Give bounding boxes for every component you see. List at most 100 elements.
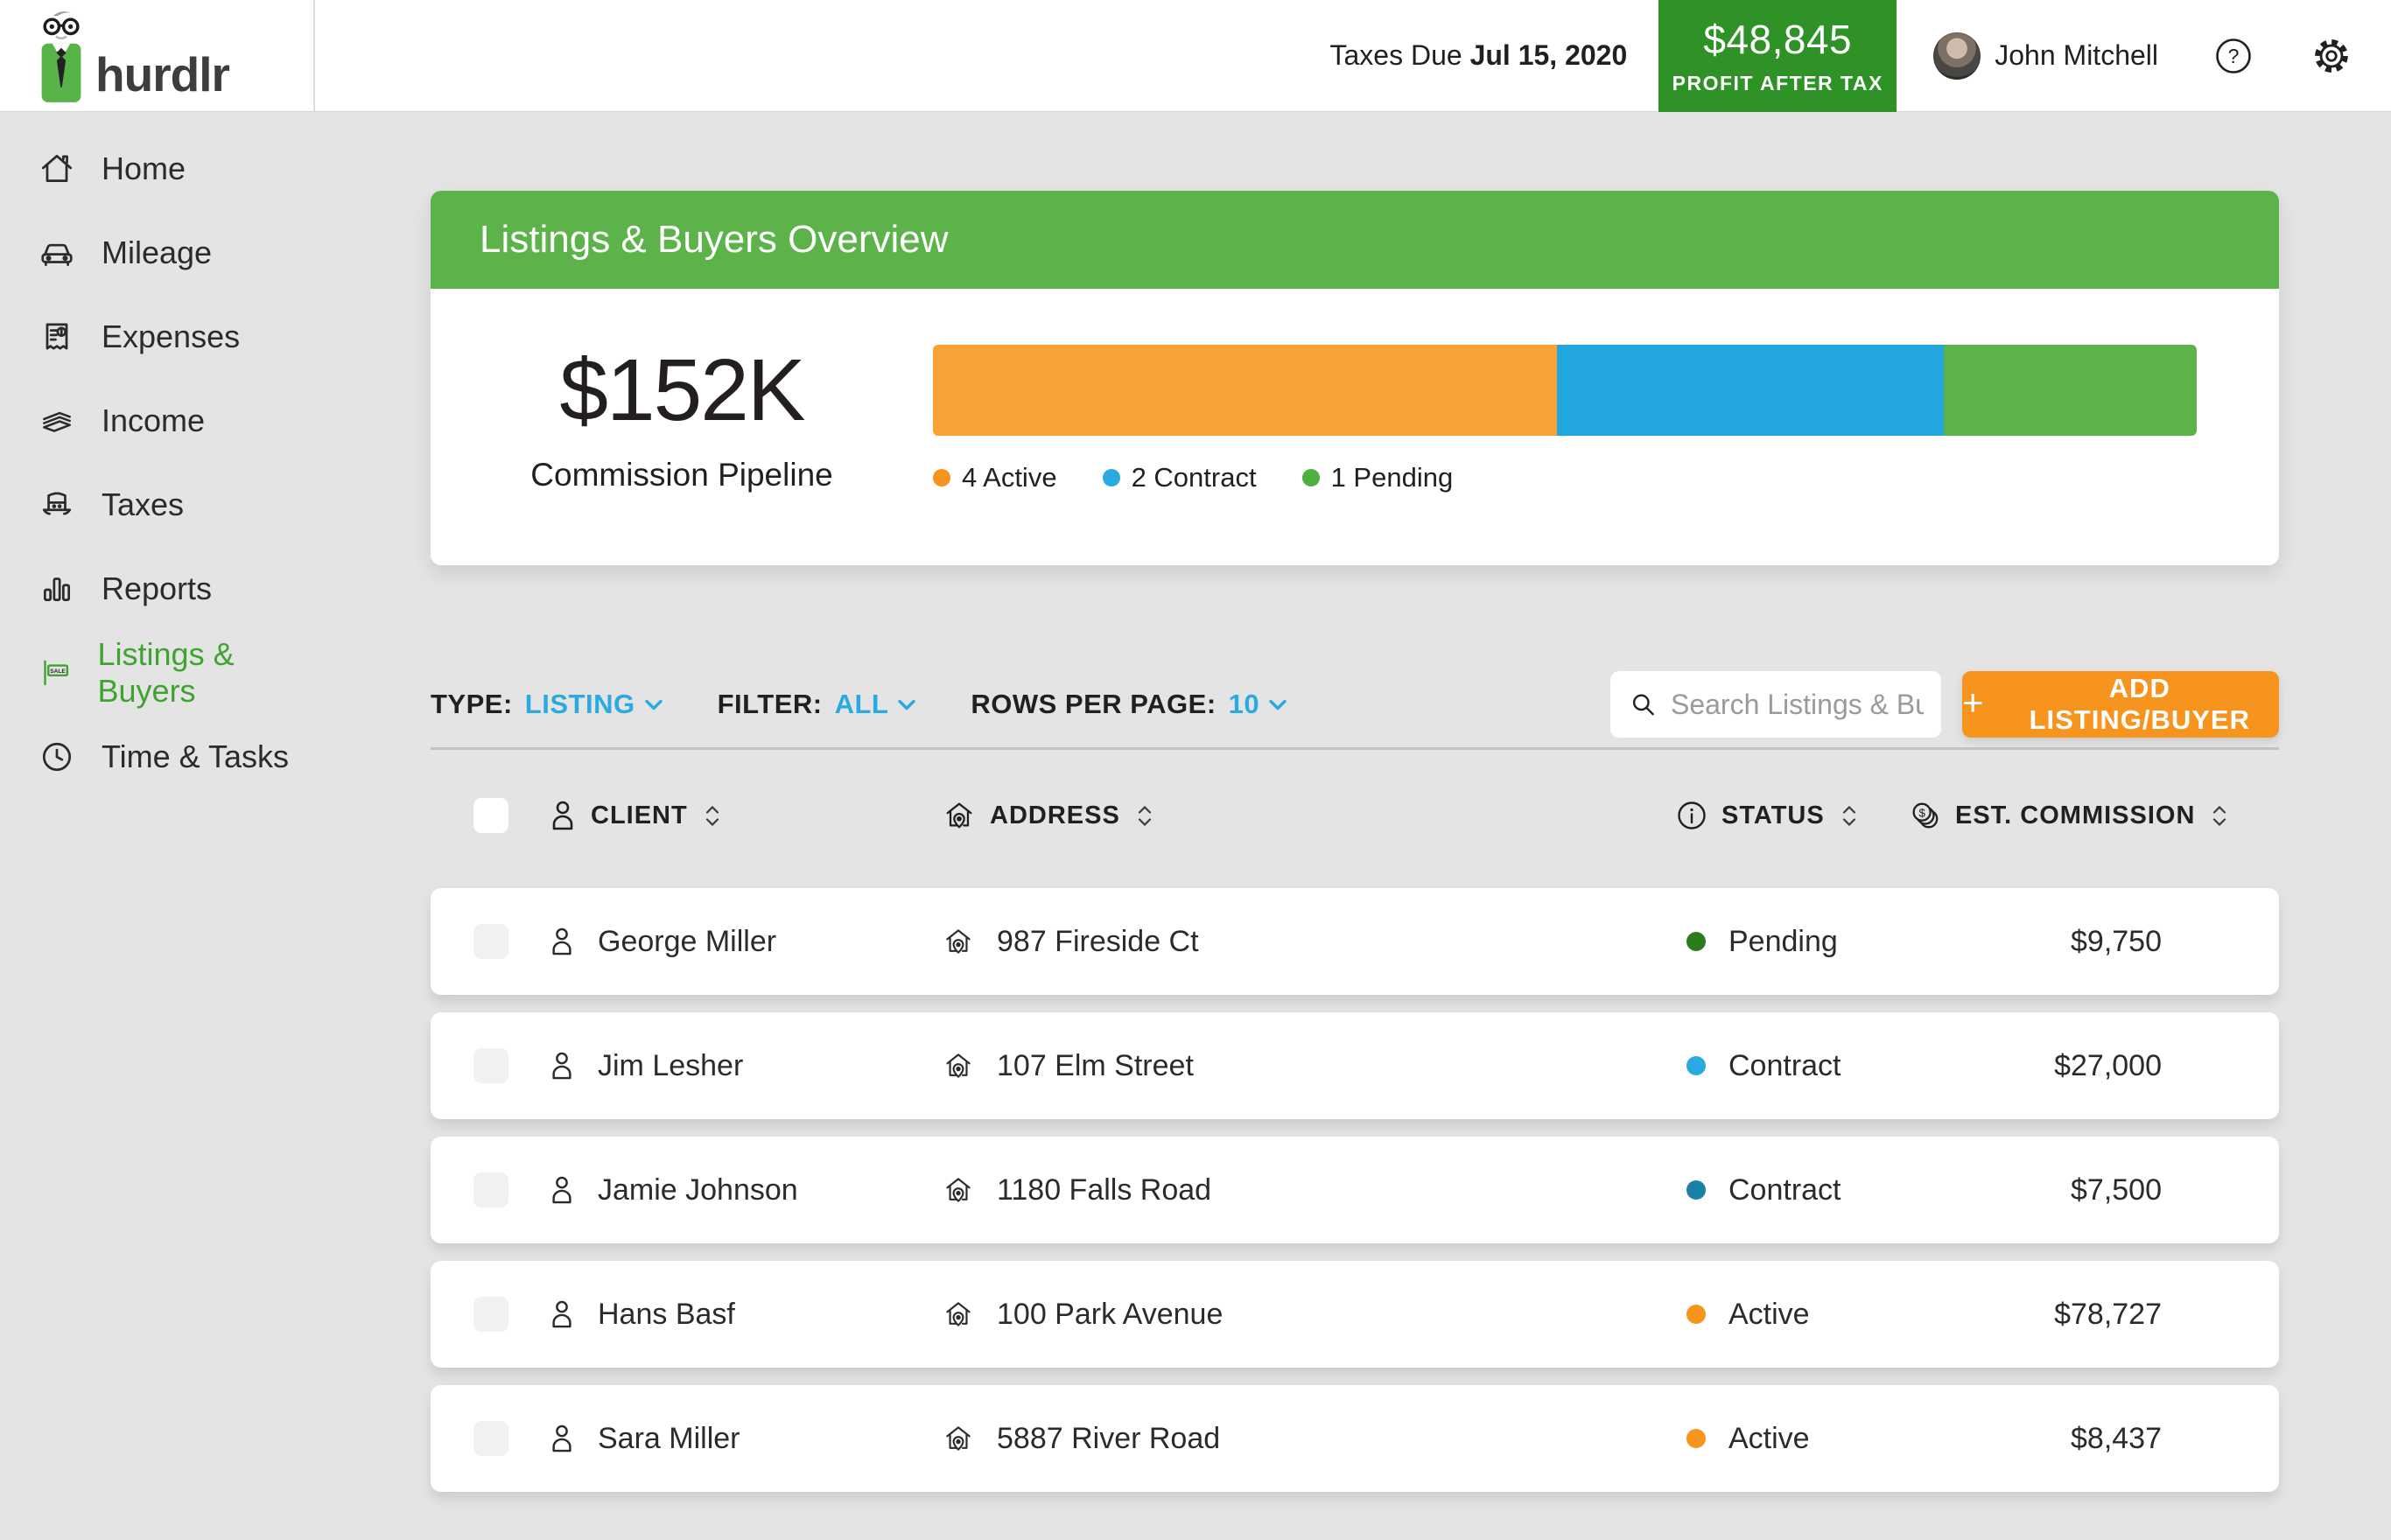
house-pin-icon: [943, 1423, 974, 1454]
person-icon: [549, 1174, 575, 1206]
person-icon: [549, 1298, 575, 1330]
row-checkbox[interactable]: [473, 1421, 508, 1456]
add-listing-buyer-button[interactable]: + ADD LISTING/BUYER: [1962, 671, 2279, 738]
overview-title: Listings & Buyers Overview: [480, 218, 949, 262]
address-text: 1180 Falls Road: [997, 1173, 1211, 1208]
overview-card-header: Listings & Buyers Overview: [431, 191, 2279, 289]
profit-label: PROFIT AFTER TAX: [1672, 72, 1883, 95]
help-icon: ?: [2214, 37, 2253, 75]
sort-arrows: [705, 806, 719, 826]
status-filter: FILTER: ALL: [718, 689, 917, 720]
settings-button[interactable]: [2310, 35, 2352, 77]
sidebar-item-listings-buyers[interactable]: SALE Listings & Buyers: [39, 647, 315, 699]
legend-item-active: 4 Active: [933, 462, 1057, 494]
user-menu[interactable]: John Mitchell: [1933, 32, 2158, 80]
rows-per-page-dropdown[interactable]: 10: [1229, 689, 1287, 720]
person-icon: [549, 1050, 575, 1082]
user-name: John Mitchell: [1995, 39, 2158, 72]
chevron-down-icon: [897, 698, 916, 711]
pipeline-label: Commission Pipeline: [431, 457, 933, 494]
type-filter-dropdown[interactable]: LISTING: [525, 689, 663, 720]
stacked-bar: [933, 345, 2197, 436]
status-dot: [1686, 1180, 1706, 1200]
row-checkbox[interactable]: [473, 924, 508, 959]
brand-name: hurdlr: [95, 46, 229, 102]
house-pin-icon: [943, 1050, 974, 1082]
help-button[interactable]: ?: [2214, 37, 2253, 75]
house-pin-icon: [943, 1298, 974, 1330]
column-header-client[interactable]: CLIENT: [549, 799, 943, 832]
status-text: Active: [1728, 1298, 1810, 1332]
legend-dot-contract: [1103, 469, 1120, 486]
row-checkbox[interactable]: [473, 1297, 508, 1332]
home-icon: [39, 150, 75, 187]
table-row[interactable]: George Miller 987 Fireside Ct Pending $9…: [431, 888, 2279, 995]
commission-value: $9,750: [2071, 925, 2162, 959]
sidebar-item-mileage[interactable]: Mileage: [39, 227, 315, 279]
clock-icon: [39, 738, 75, 775]
column-header-commission[interactable]: $ EST. COMMISSION: [1908, 799, 2279, 832]
table-row[interactable]: Hans Basf 100 Park Avenue Active $78,727: [431, 1261, 2279, 1368]
row-checkbox[interactable]: [473, 1048, 508, 1083]
column-header-address[interactable]: ADDRESS: [943, 799, 1676, 832]
taxes-due: Taxes Due Jul 15, 2020: [1329, 39, 1627, 72]
search-icon: [1630, 689, 1657, 720]
svg-text:$: $: [1918, 806, 1925, 819]
brand-logo[interactable]: hurdlr: [0, 0, 315, 111]
person-icon: [549, 1423, 575, 1454]
sidebar-item-time-tasks[interactable]: Time & Tasks: [39, 731, 315, 783]
column-header-status[interactable]: STATUS: [1676, 800, 1908, 831]
table-row[interactable]: Sara Miller 5887 River Road Active $8,43…: [431, 1385, 2279, 1492]
sidebar-item-home[interactable]: Home: [39, 143, 315, 195]
status-filter-dropdown[interactable]: ALL: [835, 689, 917, 720]
sidebar-item-expenses[interactable]: Expenses: [39, 311, 315, 363]
profit-after-tax-widget[interactable]: $48,845 PROFIT AFTER TAX: [1658, 0, 1897, 112]
search-box: [1610, 671, 1941, 738]
commission-value: $27,000: [2054, 1049, 2162, 1083]
pipeline-chart: 4 Active 2 Contract 1 Pending: [933, 289, 2197, 565]
status-text: Contract: [1728, 1173, 1841, 1208]
address-text: 5887 River Road: [997, 1422, 1220, 1456]
table-row[interactable]: Jim Lesher 107 Elm Street Contract $27,0…: [431, 1012, 2279, 1119]
sidebar-item-reports[interactable]: Reports: [39, 563, 315, 615]
sort-arrows: [2212, 806, 2226, 826]
house-pin-icon: [943, 1174, 974, 1206]
table-row[interactable]: Jamie Johnson 1180 Falls Road Contract $…: [431, 1137, 2279, 1243]
bar-chart-icon: [39, 570, 75, 607]
address-text: 987 Fireside Ct: [997, 925, 1199, 959]
cash-icon: [39, 402, 75, 439]
bar-segment-contract: [1557, 345, 1944, 436]
commission-value: $7,500: [2071, 1173, 2162, 1208]
status-dot: [1686, 932, 1706, 951]
select-all-checkbox[interactable]: [473, 798, 508, 833]
car-icon: [39, 234, 75, 271]
person-icon: [549, 926, 575, 957]
sidebar-item-income[interactable]: Income: [39, 395, 315, 447]
svg-text:SALE: SALE: [50, 668, 66, 675]
search-input[interactable]: [1671, 689, 1924, 721]
pipeline-summary: $152K Commission Pipeline: [431, 289, 933, 565]
svg-text:?: ?: [2228, 45, 2240, 67]
coins-icon: $: [1908, 799, 1941, 832]
commission-value: $8,437: [2071, 1422, 2162, 1456]
client-name: Sara Miller: [598, 1422, 740, 1456]
table-header: CLIENT ADDRESS: [431, 750, 2279, 881]
bar-segment-active: [933, 345, 1557, 436]
taxes-due-date: Jul 15, 2020: [1470, 39, 1628, 71]
legend-item-pending: 1 Pending: [1302, 462, 1454, 494]
rows-per-page-label: ROWS PER PAGE:: [971, 689, 1216, 720]
legend-dot-pending: [1302, 469, 1320, 486]
row-checkbox[interactable]: [473, 1172, 508, 1208]
sidebar-item-taxes[interactable]: Taxes: [39, 479, 315, 531]
status-dot: [1686, 1056, 1706, 1075]
status-dot: [1686, 1305, 1706, 1324]
chevron-down-icon: [1268, 698, 1287, 711]
client-name: George Miller: [598, 925, 776, 959]
client-name: Hans Basf: [598, 1298, 735, 1332]
top-bar: hurdlr Taxes Due Jul 15, 2020 $48,845 PR…: [0, 0, 2391, 112]
sidebar: Home Mileage Expenses: [0, 112, 315, 1540]
status-text: Active: [1728, 1422, 1810, 1456]
pipeline-total: $152K: [431, 346, 933, 434]
sale-sign-icon: SALE: [39, 654, 72, 691]
top-hat-icon: [39, 486, 75, 523]
